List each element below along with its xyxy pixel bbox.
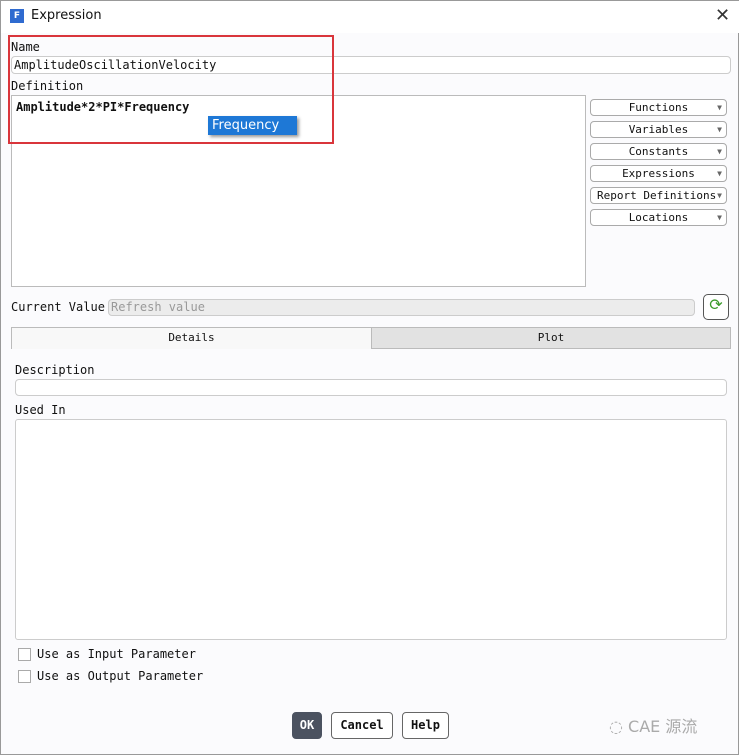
chevron-down-icon: ▼ bbox=[717, 191, 722, 200]
current-value-label: Current Value bbox=[11, 300, 105, 314]
current-value-field: Refresh value bbox=[108, 299, 695, 316]
input-parameter-label: Use as Input Parameter bbox=[37, 647, 196, 661]
highlight-box bbox=[8, 35, 334, 144]
expression-dialog: F Expression ✕ Name AmplitudeOscillation… bbox=[0, 0, 739, 755]
dropdown-label: Variables bbox=[628, 123, 689, 136]
variables-dropdown[interactable]: Variables ▼ bbox=[590, 121, 727, 138]
constants-dropdown[interactable]: Constants ▼ bbox=[590, 143, 727, 160]
chevron-down-icon: ▼ bbox=[717, 103, 722, 112]
tab-plot[interactable]: Plot bbox=[371, 327, 731, 349]
close-icon[interactable]: ✕ bbox=[715, 5, 730, 26]
output-parameter-checkbox[interactable] bbox=[18, 670, 31, 683]
locations-dropdown[interactable]: Locations ▼ bbox=[590, 209, 727, 226]
ok-button[interactable]: OK bbox=[292, 712, 322, 739]
dropdown-label: Report Definitions bbox=[597, 189, 717, 202]
tab-details[interactable]: Details bbox=[11, 327, 372, 349]
used-in-list bbox=[15, 419, 727, 640]
used-in-label: Used In bbox=[15, 403, 66, 417]
output-parameter-label: Use as Output Parameter bbox=[37, 669, 204, 683]
window-title: Expression bbox=[31, 8, 102, 23]
dropdown-label: Expressions bbox=[622, 167, 695, 180]
app-icon: F bbox=[10, 9, 24, 23]
input-parameter-checkbox[interactable] bbox=[18, 648, 31, 661]
refresh-button[interactable]: ⟳ bbox=[703, 294, 729, 320]
dropdown-label: Functions bbox=[628, 101, 689, 114]
chevron-down-icon: ▼ bbox=[717, 213, 722, 222]
title-bar: F Expression ✕ bbox=[1, 1, 739, 33]
watermark-text: CAE 源流 bbox=[628, 717, 698, 736]
cancel-button[interactable]: Cancel bbox=[331, 712, 393, 739]
help-button[interactable]: Help bbox=[402, 712, 449, 739]
chevron-down-icon: ▼ bbox=[717, 125, 722, 134]
description-label: Description bbox=[15, 363, 95, 377]
watermark: ◌ CAE 源流 bbox=[609, 713, 697, 737]
expressions-dropdown[interactable]: Expressions ▼ bbox=[590, 165, 727, 182]
refresh-icon: ⟳ bbox=[709, 295, 723, 314]
wechat-icon: ◌ bbox=[609, 717, 629, 736]
functions-dropdown[interactable]: Functions ▼ bbox=[590, 99, 727, 116]
description-input[interactable] bbox=[15, 379, 727, 396]
dropdown-label: Constants bbox=[628, 145, 689, 158]
chevron-down-icon: ▼ bbox=[717, 169, 722, 178]
dropdown-label: Locations bbox=[628, 211, 689, 224]
report-definitions-dropdown[interactable]: Report Definitions ▼ bbox=[590, 187, 727, 204]
chevron-down-icon: ▼ bbox=[717, 147, 722, 156]
